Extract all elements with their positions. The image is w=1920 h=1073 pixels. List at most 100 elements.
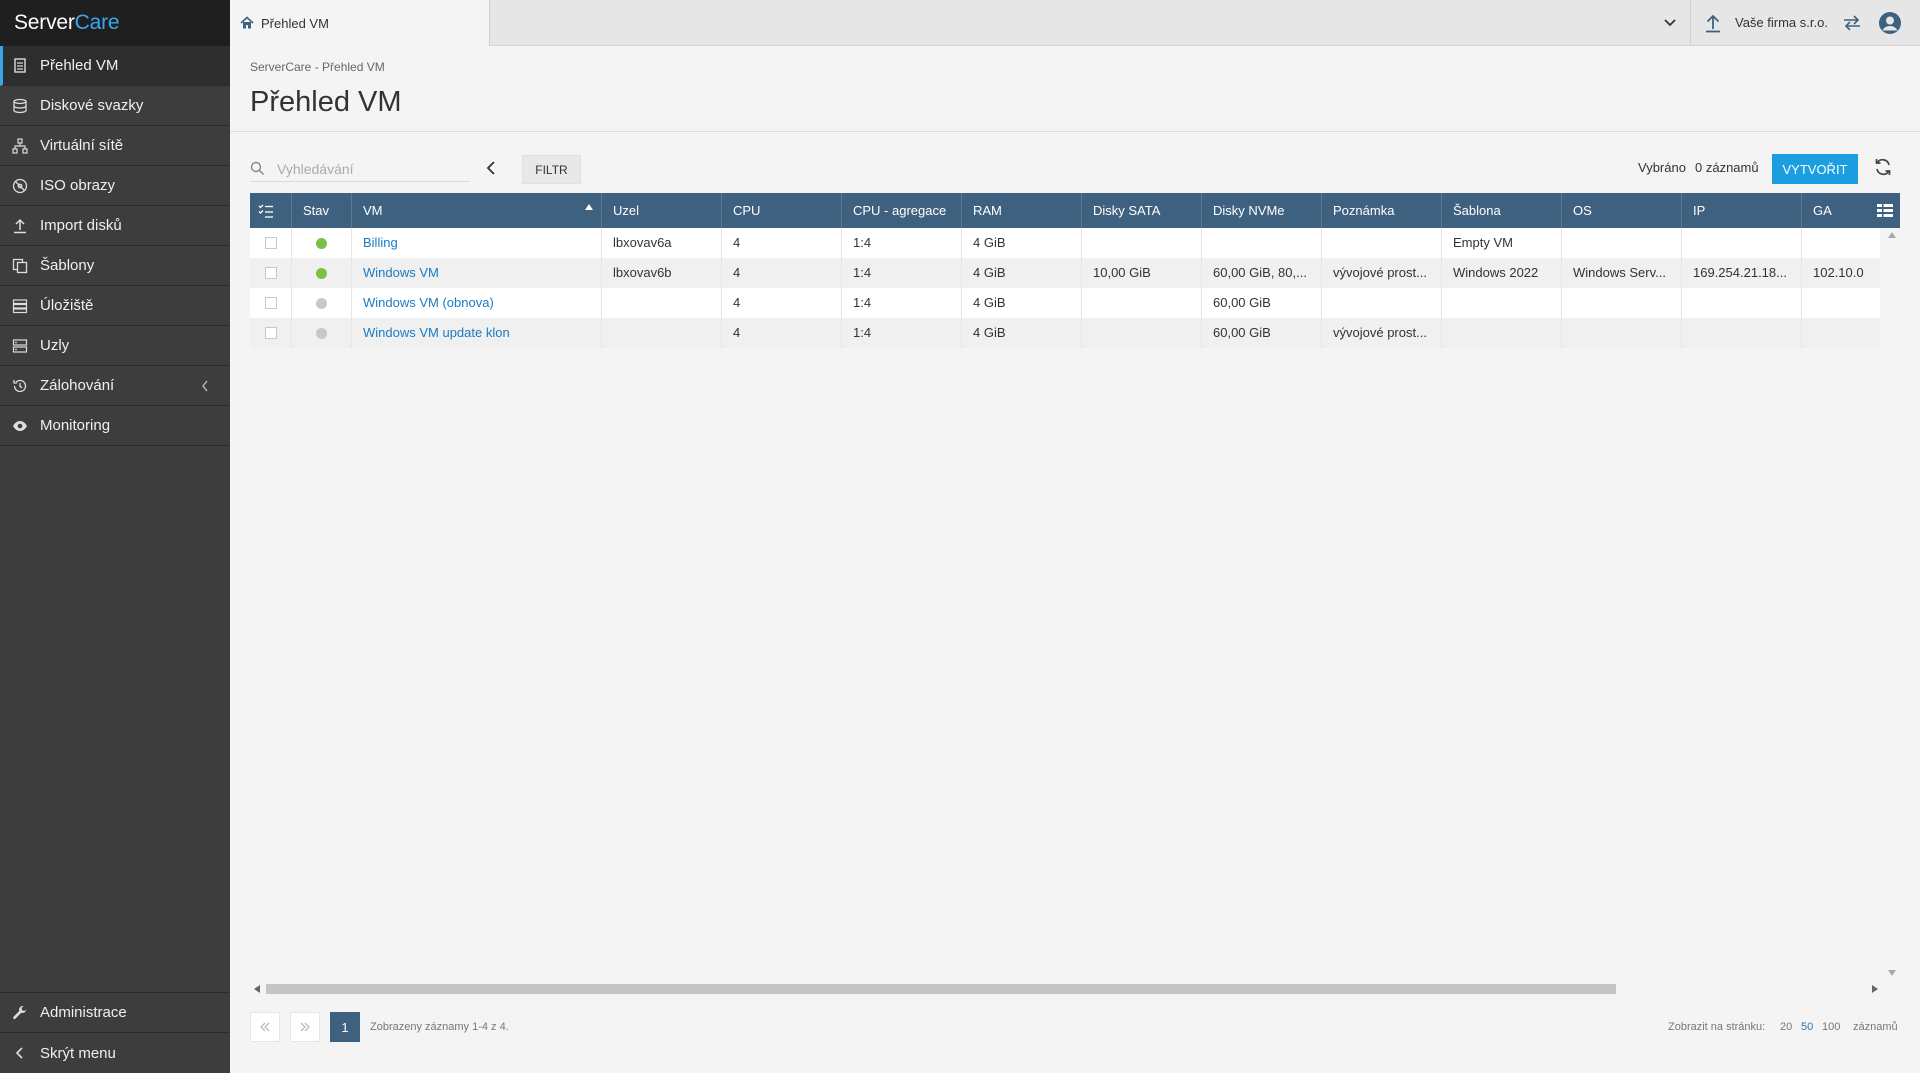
sidebar-item-disk-volumes[interactable]: Diskové svazky (0, 86, 230, 126)
node-cell (602, 288, 722, 318)
horizontal-scrollbar[interactable] (250, 980, 1884, 998)
sidebar-item-storage[interactable]: Úložiště (0, 286, 230, 326)
vm-link[interactable]: Windows VM (363, 265, 439, 280)
column-select[interactable] (250, 193, 292, 228)
sata-cell (1082, 318, 1202, 348)
nvme-cell: 60,00 GiB, 80,... (1202, 258, 1322, 288)
template-cell (1442, 318, 1562, 348)
column-header-note[interactable]: Poznámka (1322, 193, 1442, 228)
node-cell (602, 318, 722, 348)
pagination: 1 Zobrazeny záznamy 1-4 z 4. Zobrazit na… (250, 1012, 1900, 1044)
selected-label: Vybráno (1638, 160, 1686, 175)
sidebar-item-label: Virtuální sítě (40, 137, 124, 154)
cpu-cell: 4 (722, 258, 842, 288)
company-name[interactable]: Vaše firma s.r.o. (1735, 15, 1828, 30)
switch-company-icon[interactable] (1841, 12, 1863, 34)
sidebar-item-vm-overview[interactable]: Přehled VM (0, 46, 230, 86)
scroll-left-icon[interactable] (254, 985, 260, 993)
create-button[interactable]: VYTVOŘIT (1772, 154, 1858, 184)
vm-link[interactable]: Windows VM update klon (363, 325, 510, 340)
columns-menu-icon[interactable] (1876, 202, 1894, 219)
sidebar-item-backups[interactable]: Zálohování (0, 366, 230, 406)
first-page-button[interactable] (250, 1012, 280, 1042)
column-header-cpu-aggregation[interactable]: CPU - agregace (842, 193, 962, 228)
search-input[interactable] (275, 159, 465, 178)
ip-cell (1682, 318, 1802, 348)
page-size-100[interactable]: 100 (1822, 1021, 1840, 1033)
sidebar-item-iso-images[interactable]: ISO obrazy (0, 166, 230, 206)
column-header-vm[interactable]: VM (352, 193, 602, 228)
sata-cell (1082, 288, 1202, 318)
breadcrumb[interactable]: ServerCare - Přehled VM (250, 60, 385, 74)
table-row[interactable]: Windows VM update klon 4 1:4 4 GiB 60,00… (250, 318, 1880, 348)
column-header-status[interactable]: Stav (292, 193, 352, 228)
status-running-icon (316, 238, 327, 249)
table-row[interactable]: Windows VM lbxovav6b 4 1:4 4 GiB 10,00 G… (250, 258, 1880, 288)
app-logo[interactable]: Server Care (0, 0, 230, 46)
wrench-icon (12, 1005, 28, 1021)
sidebar-item-label: Import disků (40, 217, 122, 234)
sidebar-item-label: Přehled VM (40, 57, 119, 74)
top-bar: Přehled VM Vaše firma s.r.o. (230, 0, 1920, 46)
table-row[interactable]: Windows VM (obnova) 4 1:4 4 GiB 60,00 Gi… (250, 288, 1880, 318)
row-checkbox[interactable] (265, 327, 277, 339)
scroll-up-icon[interactable] (1888, 232, 1896, 238)
column-header-ip[interactable]: IP (1682, 193, 1802, 228)
column-header-sata-disks[interactable]: Disky SATA (1082, 193, 1202, 228)
sidebar-item-templates[interactable]: Šablony (0, 246, 230, 286)
sidebar-item-virtual-networks[interactable]: Virtuální sítě (0, 126, 230, 166)
hide-menu-button[interactable]: Skrýt menu (0, 1033, 230, 1073)
vm-link[interactable]: Billing (363, 235, 398, 250)
sata-cell: 10,00 GiB (1082, 258, 1202, 288)
row-select-cell (250, 288, 292, 318)
ga-cell (1802, 228, 1880, 258)
row-select-cell (250, 228, 292, 258)
ip-cell (1682, 228, 1802, 258)
cpu-cell: 4 (722, 318, 842, 348)
chevron-left-icon[interactable] (484, 158, 498, 178)
ip-cell: 169.254.21.18... (1682, 258, 1802, 288)
upload-icon[interactable] (1702, 12, 1724, 34)
column-header-ram[interactable]: RAM (962, 193, 1082, 228)
vertical-scrollbar[interactable] (1884, 228, 1900, 983)
sidebar-item-monitoring[interactable]: Monitoring (0, 406, 230, 446)
filter-button[interactable]: FILTR (522, 155, 581, 184)
status-running-icon (316, 268, 327, 279)
row-checkbox[interactable] (265, 297, 277, 309)
row-checkbox[interactable] (265, 237, 277, 249)
sidebar-item-administration[interactable]: Administrace (0, 993, 230, 1033)
ram-cell: 4 GiB (962, 318, 1082, 348)
user-avatar-icon[interactable] (1878, 11, 1902, 35)
scrollbar-thumb[interactable] (266, 984, 1616, 994)
sidebar-item-label: Šablony (40, 257, 95, 274)
cpu-cell: 4 (722, 228, 842, 258)
column-header-template[interactable]: Šablona (1442, 193, 1562, 228)
refresh-icon[interactable] (1873, 157, 1893, 177)
records-info: Zobrazeny záznamy 1-4 z 4. (370, 1021, 509, 1033)
sidebar-item-import-disks[interactable]: Import disků (0, 206, 230, 246)
page-size-50[interactable]: 50 (1801, 1021, 1813, 1033)
sata-cell (1082, 228, 1202, 258)
status-cell (292, 318, 352, 348)
tab-vm-overview[interactable]: Přehled VM (230, 0, 490, 46)
vm-link[interactable]: Windows VM (obnova) (363, 295, 494, 310)
nvme-cell: 60,00 GiB (1202, 288, 1322, 318)
column-header-os[interactable]: OS (1562, 193, 1682, 228)
sidebar-item-label: Zálohování (40, 377, 115, 394)
row-select-cell (250, 258, 292, 288)
scroll-right-icon[interactable] (1872, 985, 1878, 993)
scroll-down-icon[interactable] (1888, 970, 1896, 976)
table-row[interactable]: Billing lbxovav6a 4 1:4 4 GiB Empty VM (250, 228, 1880, 258)
sidebar-item-nodes[interactable]: Uzly (0, 326, 230, 366)
row-checkbox[interactable] (265, 267, 277, 279)
sidebar-item-label: Skrýt menu (40, 1044, 116, 1062)
column-header-cpu[interactable]: CPU (722, 193, 842, 228)
chevron-down-icon[interactable] (1660, 13, 1680, 33)
column-header-nvme-disks[interactable]: Disky NVMe (1202, 193, 1322, 228)
selected-count: 0 záznamů (1695, 160, 1759, 175)
page-size-20[interactable]: 20 (1780, 1021, 1792, 1033)
topbar-divider (1690, 0, 1691, 46)
last-page-button[interactable] (290, 1012, 320, 1042)
column-header-node[interactable]: Uzel (602, 193, 722, 228)
page-button-current[interactable]: 1 (330, 1012, 360, 1042)
